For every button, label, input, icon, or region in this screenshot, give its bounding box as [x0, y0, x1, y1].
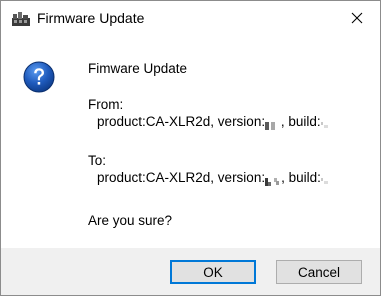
dialog-window: Firmware Update Fimware Update From: pro…	[0, 0, 381, 296]
to-build-redacted	[320, 173, 329, 185]
confirm-question: Are you sure?	[88, 213, 173, 228]
title-bar[interactable]: Firmware Update	[1, 1, 380, 34]
from-version-redacted	[265, 117, 277, 131]
message-heading: Fimware Update	[88, 61, 188, 76]
from-label: From:	[88, 97, 124, 112]
from-build-text: , build:	[277, 114, 321, 129]
to-label: To:	[88, 153, 107, 168]
close-icon	[351, 12, 363, 23]
from-product-version-text: product:CA-XLR2d, version:	[97, 114, 266, 129]
window-title: Firmware Update	[37, 10, 145, 26]
cancel-button[interactable]: Cancel	[276, 260, 362, 284]
button-bar: OK Cancel	[1, 248, 380, 295]
to-build-text: , build:	[281, 170, 321, 185]
to-line: product:CA-XLR2d, version: , build:	[97, 169, 329, 187]
to-product-version-text: product:CA-XLR2d, version:	[97, 170, 266, 185]
dialog-content: Fimware Update From: product:CA-XLR2d, v…	[1, 34, 380, 248]
from-build-redacted	[320, 117, 329, 129]
to-version-redacted	[265, 173, 281, 187]
ok-button[interactable]: OK	[170, 260, 256, 284]
from-line: product:CA-XLR2d, version: , build:	[97, 113, 329, 131]
question-icon	[23, 61, 55, 93]
close-button[interactable]	[334, 1, 380, 34]
app-icon	[12, 12, 30, 26]
